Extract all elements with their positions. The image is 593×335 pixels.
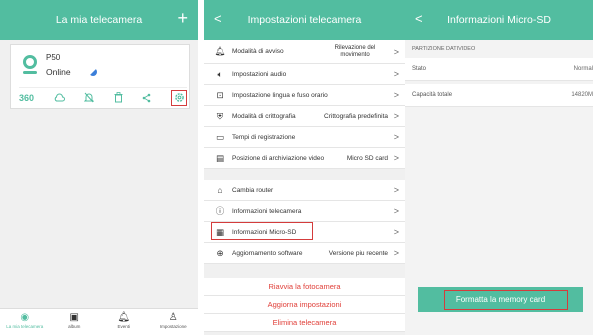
info-icon: ⓘ [215, 206, 225, 216]
language-icon: ⊡ [216, 89, 224, 100]
panorama-360-label: 360 [19, 92, 35, 103]
row-value: 14820M [571, 92, 593, 98]
camera-icon [23, 55, 37, 69]
wifi-signal-icon [89, 68, 97, 76]
page-title: Impostazioni telecamera [247, 14, 362, 26]
chevron-right-icon: > [393, 206, 399, 216]
tab-label: La mia telecamera [6, 324, 44, 329]
router-icon: ⌂ [217, 185, 223, 195]
row-label: Impostazione lingua e fuso orario [232, 91, 328, 99]
save-icon: ▤ [215, 152, 225, 163]
language-timezone-row[interactable]: ⊡ Impostazione lingua e fuso orario > [204, 85, 405, 106]
bottom-tab-bar: ◉ La mia telecamera ▣ album 🔔︎ Eventi ♙ … [0, 308, 198, 335]
camera-name: P50 [46, 53, 61, 62]
format-button-highlight [444, 290, 568, 310]
row-label: Tempi di registrazione [232, 133, 296, 141]
header: < Informazioni Micro-SD [405, 0, 593, 40]
tab-my-camera[interactable]: ◉ La mia telecamera [0, 309, 50, 335]
audio-settings-row[interactable]: 🔈︎ Impostazioni audio > [204, 64, 405, 85]
share-icon[interactable] [142, 93, 151, 103]
row-value: Crittografia predefinita [324, 112, 388, 120]
row-label: Informazioni telecamera [232, 207, 302, 215]
camera-stand-icon [23, 71, 37, 74]
album-icon: ▣ [69, 312, 79, 323]
update-settings-button[interactable]: Aggiorna impostazioni [204, 296, 405, 314]
storage-location-row[interactable]: ▤ Posizione di archiviazione video Micro… [204, 148, 405, 169]
danger-actions: Riavvia la fotocamera Aggiorna impostazi… [204, 278, 405, 332]
section-header: PARTIZIONE DATIVIDEO [412, 46, 476, 52]
encryption-mode-row[interactable]: ⛨ Modalità di crittografia Crittografia … [204, 106, 405, 127]
video-camera-icon: ▭ [215, 131, 225, 142]
tab-album[interactable]: ▣ album [50, 309, 100, 335]
row-label: Capacità totale [412, 92, 453, 98]
chevron-right-icon: > [393, 111, 399, 121]
gear-icon [174, 93, 184, 102]
camera-settings-button[interactable] [171, 89, 187, 106]
row-value: Rilevazione del movimento [334, 44, 376, 58]
camera-status: Online [46, 67, 71, 77]
tab-settings[interactable]: ♙ Impostazione [149, 309, 199, 335]
alarm-off-icon[interactable] [84, 92, 95, 103]
chevron-right-icon: > [393, 185, 399, 195]
row-label: Stato [412, 66, 427, 72]
tab-label: Eventi [117, 324, 130, 329]
page-title: Informazioni Micro-SD [447, 14, 551, 26]
micro-sd-info-panel: < Informazioni Micro-SD PARTIZIONE DATIV… [405, 0, 593, 335]
status-row: Stato Normal [405, 58, 593, 81]
software-update-row[interactable]: ⊕ Aggiornamento software Versione piu re… [204, 243, 405, 264]
header: < Impostazioni telecamera [204, 0, 405, 40]
trash-icon[interactable] [114, 92, 123, 103]
row-value: Versione piu recente [328, 249, 388, 257]
tab-label: Impostazione [159, 324, 187, 329]
row-label: Modalità di avviso [232, 48, 284, 55]
row-label: Aggiornamento software [232, 249, 303, 257]
chevron-right-icon: > [393, 69, 399, 79]
camera-info-row[interactable]: ⓘ Informazioni telecamera > [204, 201, 405, 222]
camera-tab-icon: ◉ [20, 312, 30, 323]
chevron-right-icon: > [393, 227, 399, 237]
back-button[interactable]: < [415, 11, 423, 26]
speaker-icon: 🔈︎ [217, 68, 223, 79]
row-label: Cambia router [232, 186, 274, 194]
recording-time-row[interactable]: ▭ Tempi di registrazione > [204, 127, 405, 148]
capacity-row: Capacità totale 14820M [405, 84, 593, 107]
chevron-right-icon: > [393, 46, 399, 57]
micro-sd-highlight [211, 222, 313, 240]
upload-icon: ⊕ [216, 247, 224, 258]
camera-card[interactable]: P50 Online 360 [10, 44, 190, 109]
add-camera-button[interactable]: + [177, 8, 188, 29]
tab-label: album [68, 324, 81, 329]
cloud-icon[interactable] [54, 93, 65, 102]
chevron-right-icon: > [393, 90, 399, 100]
person-icon: ♙ [168, 312, 178, 323]
chevron-right-icon: > [393, 153, 399, 163]
bell-icon: 🔔︎ [117, 312, 131, 323]
row-label: Modalità di crittografia [232, 112, 296, 120]
alert-mode-row[interactable]: 🔔︎ Modalità di avviso Rilevazione del mo… [204, 40, 405, 64]
page-title: La mia telecamera [55, 14, 143, 26]
row-label: Posizione di archiviazione video [232, 154, 325, 162]
row-label: Impostazioni audio [232, 70, 287, 78]
chevron-right-icon: > [393, 132, 399, 142]
shield-icon: ⛨ [216, 110, 224, 121]
delete-camera-button[interactable]: Elimina telecamera [204, 314, 405, 332]
row-value: Micro SD card [346, 154, 388, 162]
tab-events[interactable]: 🔔︎ Eventi [99, 309, 149, 335]
bell-icon: 🔔︎ [214, 46, 226, 56]
row-value: Normal [573, 66, 593, 72]
camera-action-bar: 360 [19, 87, 187, 106]
camera-settings-panel: < Impostazioni telecamera 🔔︎ Modalità di… [204, 0, 405, 335]
change-router-row[interactable]: ⌂ Cambia router > [204, 180, 405, 201]
restart-camera-button[interactable]: Riavvia la fotocamera [204, 278, 405, 296]
settings-group-1: 🔔︎ Modalità di avviso Rilevazione del mo… [204, 40, 405, 169]
back-button[interactable]: < [214, 11, 222, 26]
panorama-360-button[interactable]: 360 [19, 93, 34, 103]
chevron-right-icon: > [393, 248, 399, 258]
my-camera-panel: La mia telecamera + P50 Online 360 ◉ La … [0, 0, 198, 335]
header: La mia telecamera + [0, 0, 198, 40]
